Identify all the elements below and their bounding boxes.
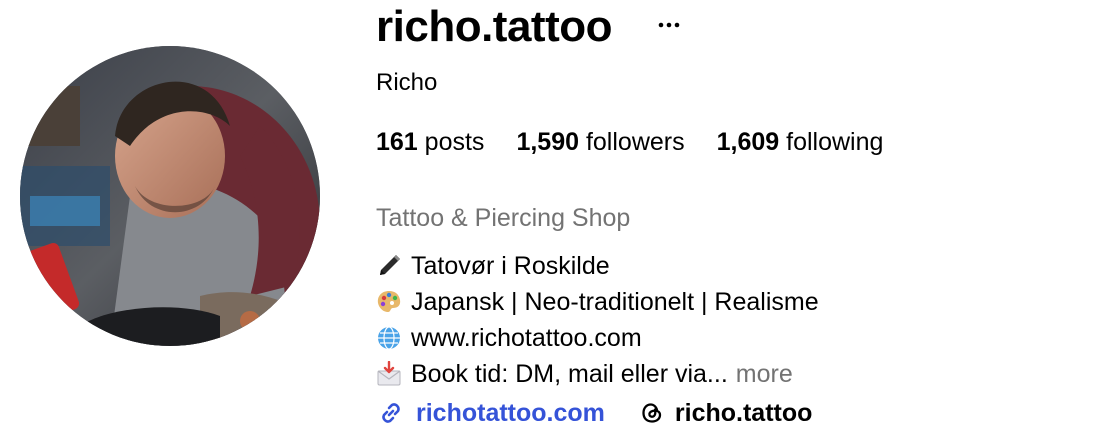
posts-stat: 161 posts <box>376 127 484 157</box>
posts-label: posts <box>424 128 485 156</box>
profile-avatar[interactable] <box>20 46 320 346</box>
pen-emoji-icon <box>376 253 402 279</box>
bio-line-text: Japansk | Neo-traditionelt | Realisme <box>411 288 819 316</box>
following-label: following <box>786 128 884 156</box>
bio-line-text: Tatovør i Roskilde <box>411 252 610 280</box>
globe-emoji-icon <box>376 325 402 351</box>
website-link[interactable]: richotattoo.com <box>376 396 605 430</box>
threads-link-label: richo.tattoo <box>674 399 813 427</box>
profile-full-name: Richo <box>376 69 438 96</box>
threads-icon <box>642 403 662 423</box>
profile-username: richo.tattoo <box>376 2 612 51</box>
avatar-photo <box>20 46 320 346</box>
threads-link[interactable]: richo.tattoo <box>639 396 813 430</box>
following-stat[interactable]: 1,609 following <box>717 127 884 157</box>
bio-line-text: www.richotattoo.com <box>411 324 642 352</box>
incoming-envelope-emoji-icon <box>376 361 402 387</box>
profile-stats: 161 posts 1,590 followers 1,609 followin… <box>376 127 883 157</box>
posts-count: 161 <box>376 128 418 156</box>
bio-line: www.richotattoo.com <box>376 320 819 356</box>
link-icon <box>382 403 400 423</box>
profile-bio: Tatovør i Roskilde Japansk | Neo-traditi… <box>376 248 819 392</box>
followers-label: followers <box>585 128 685 156</box>
bio-line: Japansk | Neo-traditionelt | Realisme <box>376 284 819 320</box>
bio-line-text: Book tid: DM, mail eller via... <box>411 360 728 388</box>
artist-palette-emoji-icon <box>376 289 402 315</box>
profile-links: richotattoo.com richo.tattoo <box>376 396 812 430</box>
following-count: 1,609 <box>716 128 780 156</box>
website-link-label: richotattoo.com <box>416 399 605 427</box>
profile-category: Tattoo & Piercing Shop <box>376 204 631 232</box>
followers-stat[interactable]: 1,590 followers <box>516 127 684 157</box>
bio-more-button[interactable]: more <box>736 356 793 392</box>
more-options-button[interactable] <box>654 10 684 40</box>
bio-line: Book tid: DM, mail eller via... more <box>376 356 819 392</box>
followers-count: 1,590 <box>516 128 579 156</box>
bio-line: Tatovør i Roskilde <box>376 248 819 284</box>
ellipsis-icon <box>658 22 680 28</box>
